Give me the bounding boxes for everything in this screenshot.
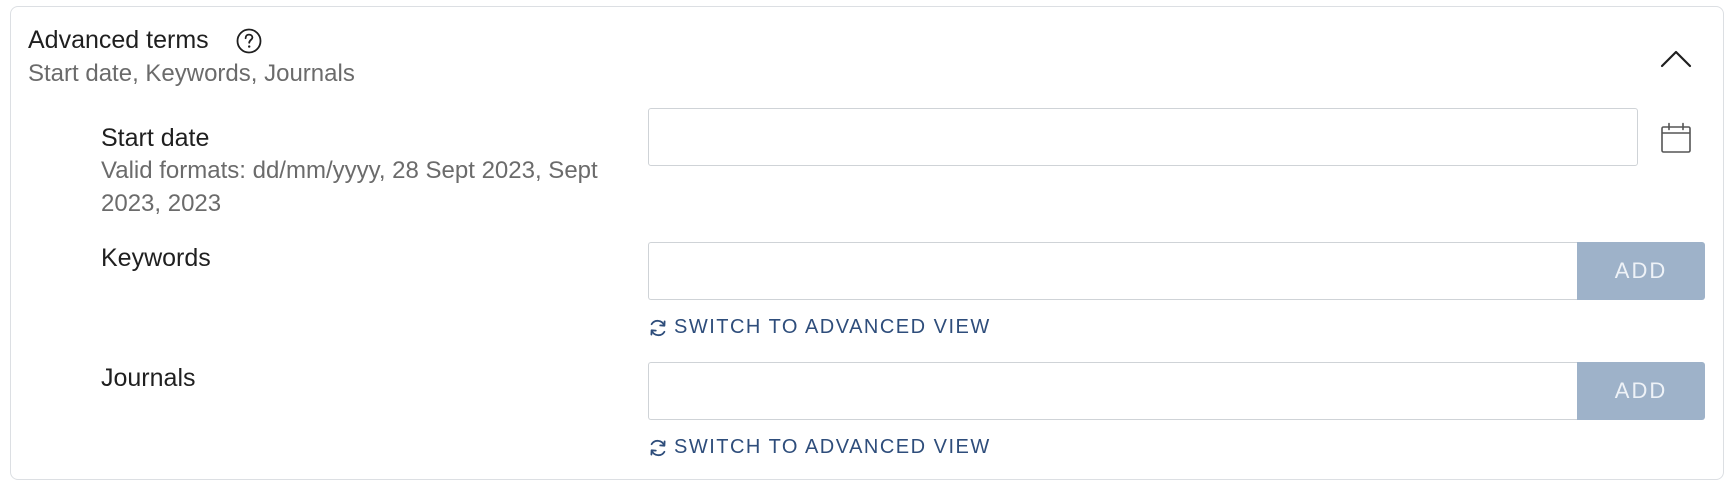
refresh-icon — [650, 319, 666, 336]
keywords-switch-advanced-link[interactable]: SWITCH TO ADVANCED VIEW — [648, 316, 991, 339]
start-date-label: Start date — [101, 124, 210, 152]
section-title: Advanced terms — [28, 26, 209, 54]
journals-switch-advanced-link[interactable]: SWITCH TO ADVANCED VIEW — [648, 436, 991, 459]
calendar-icon[interactable] — [1660, 122, 1692, 154]
journals-add-button[interactable]: ADD — [1577, 362, 1705, 420]
refresh-icon — [650, 439, 666, 456]
section-subtitle: Start date, Keywords, Journals — [28, 60, 355, 87]
start-date-input[interactable] — [648, 108, 1638, 166]
start-date-hint: Valid formats: dd/mm/yyyy, 28 Sept 2023,… — [101, 157, 598, 217]
keywords-add-button[interactable]: ADD — [1577, 242, 1705, 300]
help-icon[interactable] — [236, 28, 262, 54]
switch-advanced-label: SWITCH TO ADVANCED VIEW — [674, 436, 991, 458]
journals-input[interactable] — [648, 362, 1580, 420]
journals-label: Journals — [101, 364, 196, 392]
chevron-up-icon[interactable] — [1656, 42, 1696, 74]
keywords-input[interactable] — [648, 242, 1580, 300]
keywords-label: Keywords — [101, 244, 211, 272]
switch-advanced-label: SWITCH TO ADVANCED VIEW — [674, 316, 991, 338]
